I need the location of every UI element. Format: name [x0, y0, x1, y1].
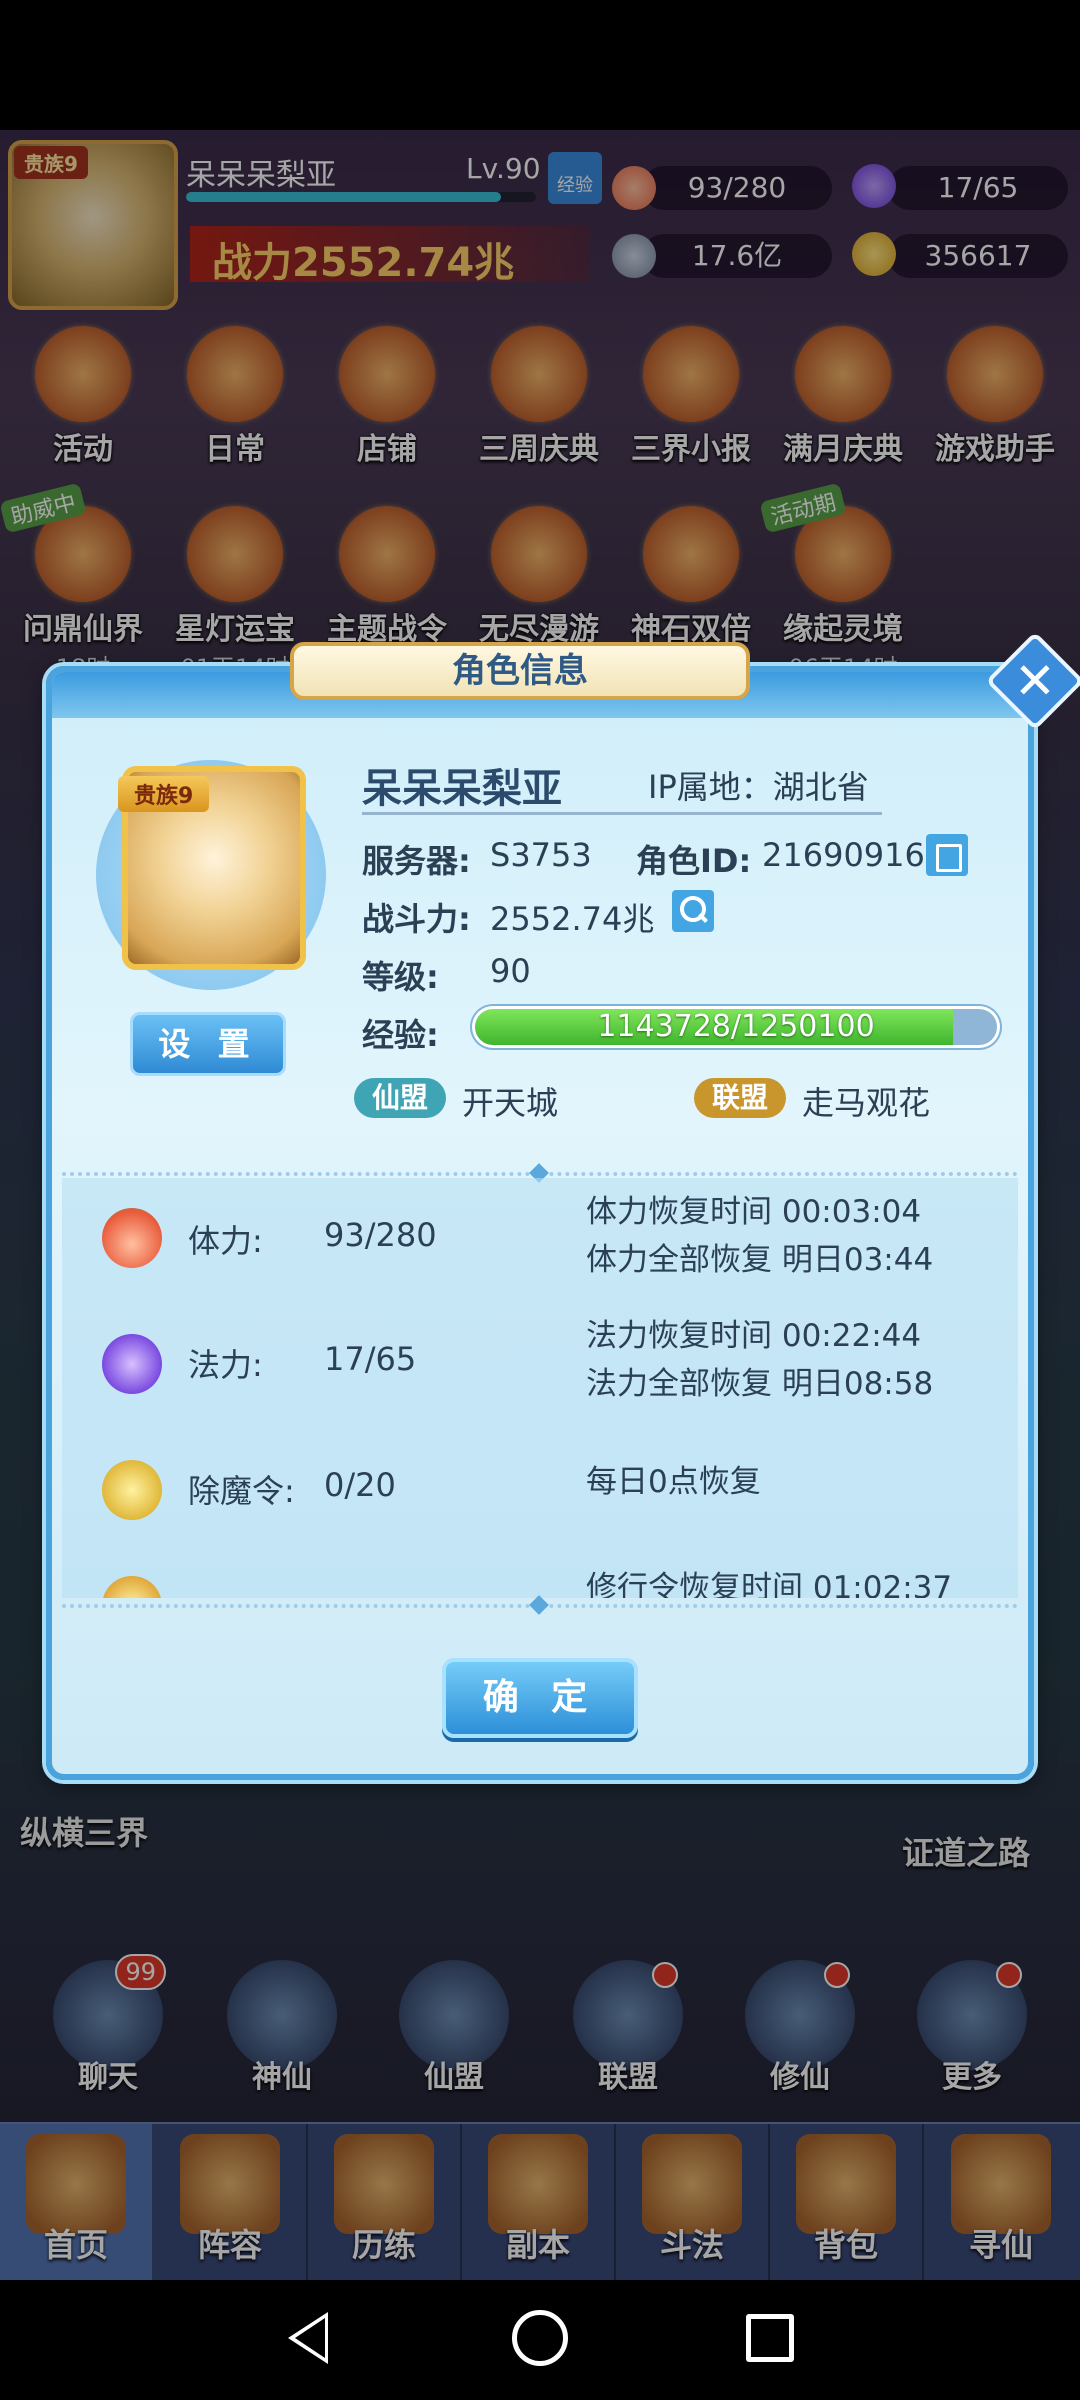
xp-label: 经验:: [362, 1016, 439, 1054]
demon-token-recover: 每日0点恢复: [586, 1464, 761, 1500]
ip-location: IP属地：湖北省: [648, 768, 869, 806]
portrait-noble-badge: 贵族9: [118, 776, 210, 812]
xp-bar-text: 1143728/1250100: [597, 1009, 875, 1044]
close-icon[interactable]: ✕: [1000, 646, 1070, 716]
practice-token-recover: 修行令恢复时间 01:02:37: [586, 1570, 953, 1598]
alliance-tag: 联盟: [694, 1078, 786, 1118]
game-screen: 贵族9 呆呆呆梨亚 Lv.90 经验 战力2552.74兆 93/280 17/…: [0, 0, 1080, 2400]
practice-token-icon: [102, 1576, 162, 1598]
token-icon: [102, 1460, 162, 1520]
mana-label: 法力:: [188, 1346, 263, 1384]
guild-tag: 仙盟: [354, 1078, 446, 1118]
demon-token-value: 0/20: [324, 1466, 396, 1504]
power-value: 2552.74兆: [490, 900, 655, 938]
alliance-name: 走马观花: [802, 1084, 931, 1122]
xp-bar: 1143728/1250100: [472, 1006, 1000, 1048]
mana-full-recover: 法力全部恢复 明日08:58: [586, 1366, 934, 1402]
stats-list[interactable]: 体力: 93/280 体力恢复时间 00:03:04 体力全部恢复 明日03:4…: [62, 1178, 1018, 1598]
dialog-title-plate: 角色信息: [290, 642, 750, 700]
server-value: S3753: [490, 836, 592, 874]
role-id-value: 21690916: [762, 836, 925, 874]
confirm-button[interactable]: 确 定: [442, 1658, 638, 1738]
role-name: 呆呆呆梨亚: [362, 766, 562, 812]
stamina-full-recover: 体力全部恢复 明日03:44: [586, 1242, 934, 1278]
stamina-recover-time: 体力恢复时间 00:03:04: [586, 1194, 922, 1230]
mana-value: 17/65: [324, 1340, 417, 1378]
power-label: 战斗力:: [362, 900, 471, 938]
mana-recover-time: 法力恢复时间 00:22:44: [586, 1318, 922, 1354]
stamina-value: 93/280: [324, 1216, 437, 1254]
demon-token-label: 除魔令:: [188, 1472, 295, 1510]
level-label: 等级:: [362, 958, 439, 996]
copy-icon[interactable]: [926, 834, 968, 876]
system-nav-bar: [0, 2280, 1080, 2400]
server-label: 服务器:: [362, 842, 471, 880]
level-value: 90: [490, 952, 531, 990]
back-icon-inner: [295, 2318, 325, 2358]
peach-icon: [102, 1208, 162, 1268]
home-icon[interactable]: [512, 2310, 568, 2366]
guild-name: 开天城: [462, 1084, 559, 1122]
magnifier-icon[interactable]: [672, 890, 714, 932]
recents-icon[interactable]: [746, 2314, 794, 2362]
flame-icon: [102, 1334, 162, 1394]
name-underline: [362, 812, 882, 815]
settings-button[interactable]: 设 置: [130, 1012, 286, 1076]
role-id-label: 角色ID:: [636, 842, 752, 880]
stamina-label: 体力:: [188, 1222, 263, 1260]
dialog-title: 角色信息: [452, 651, 588, 691]
